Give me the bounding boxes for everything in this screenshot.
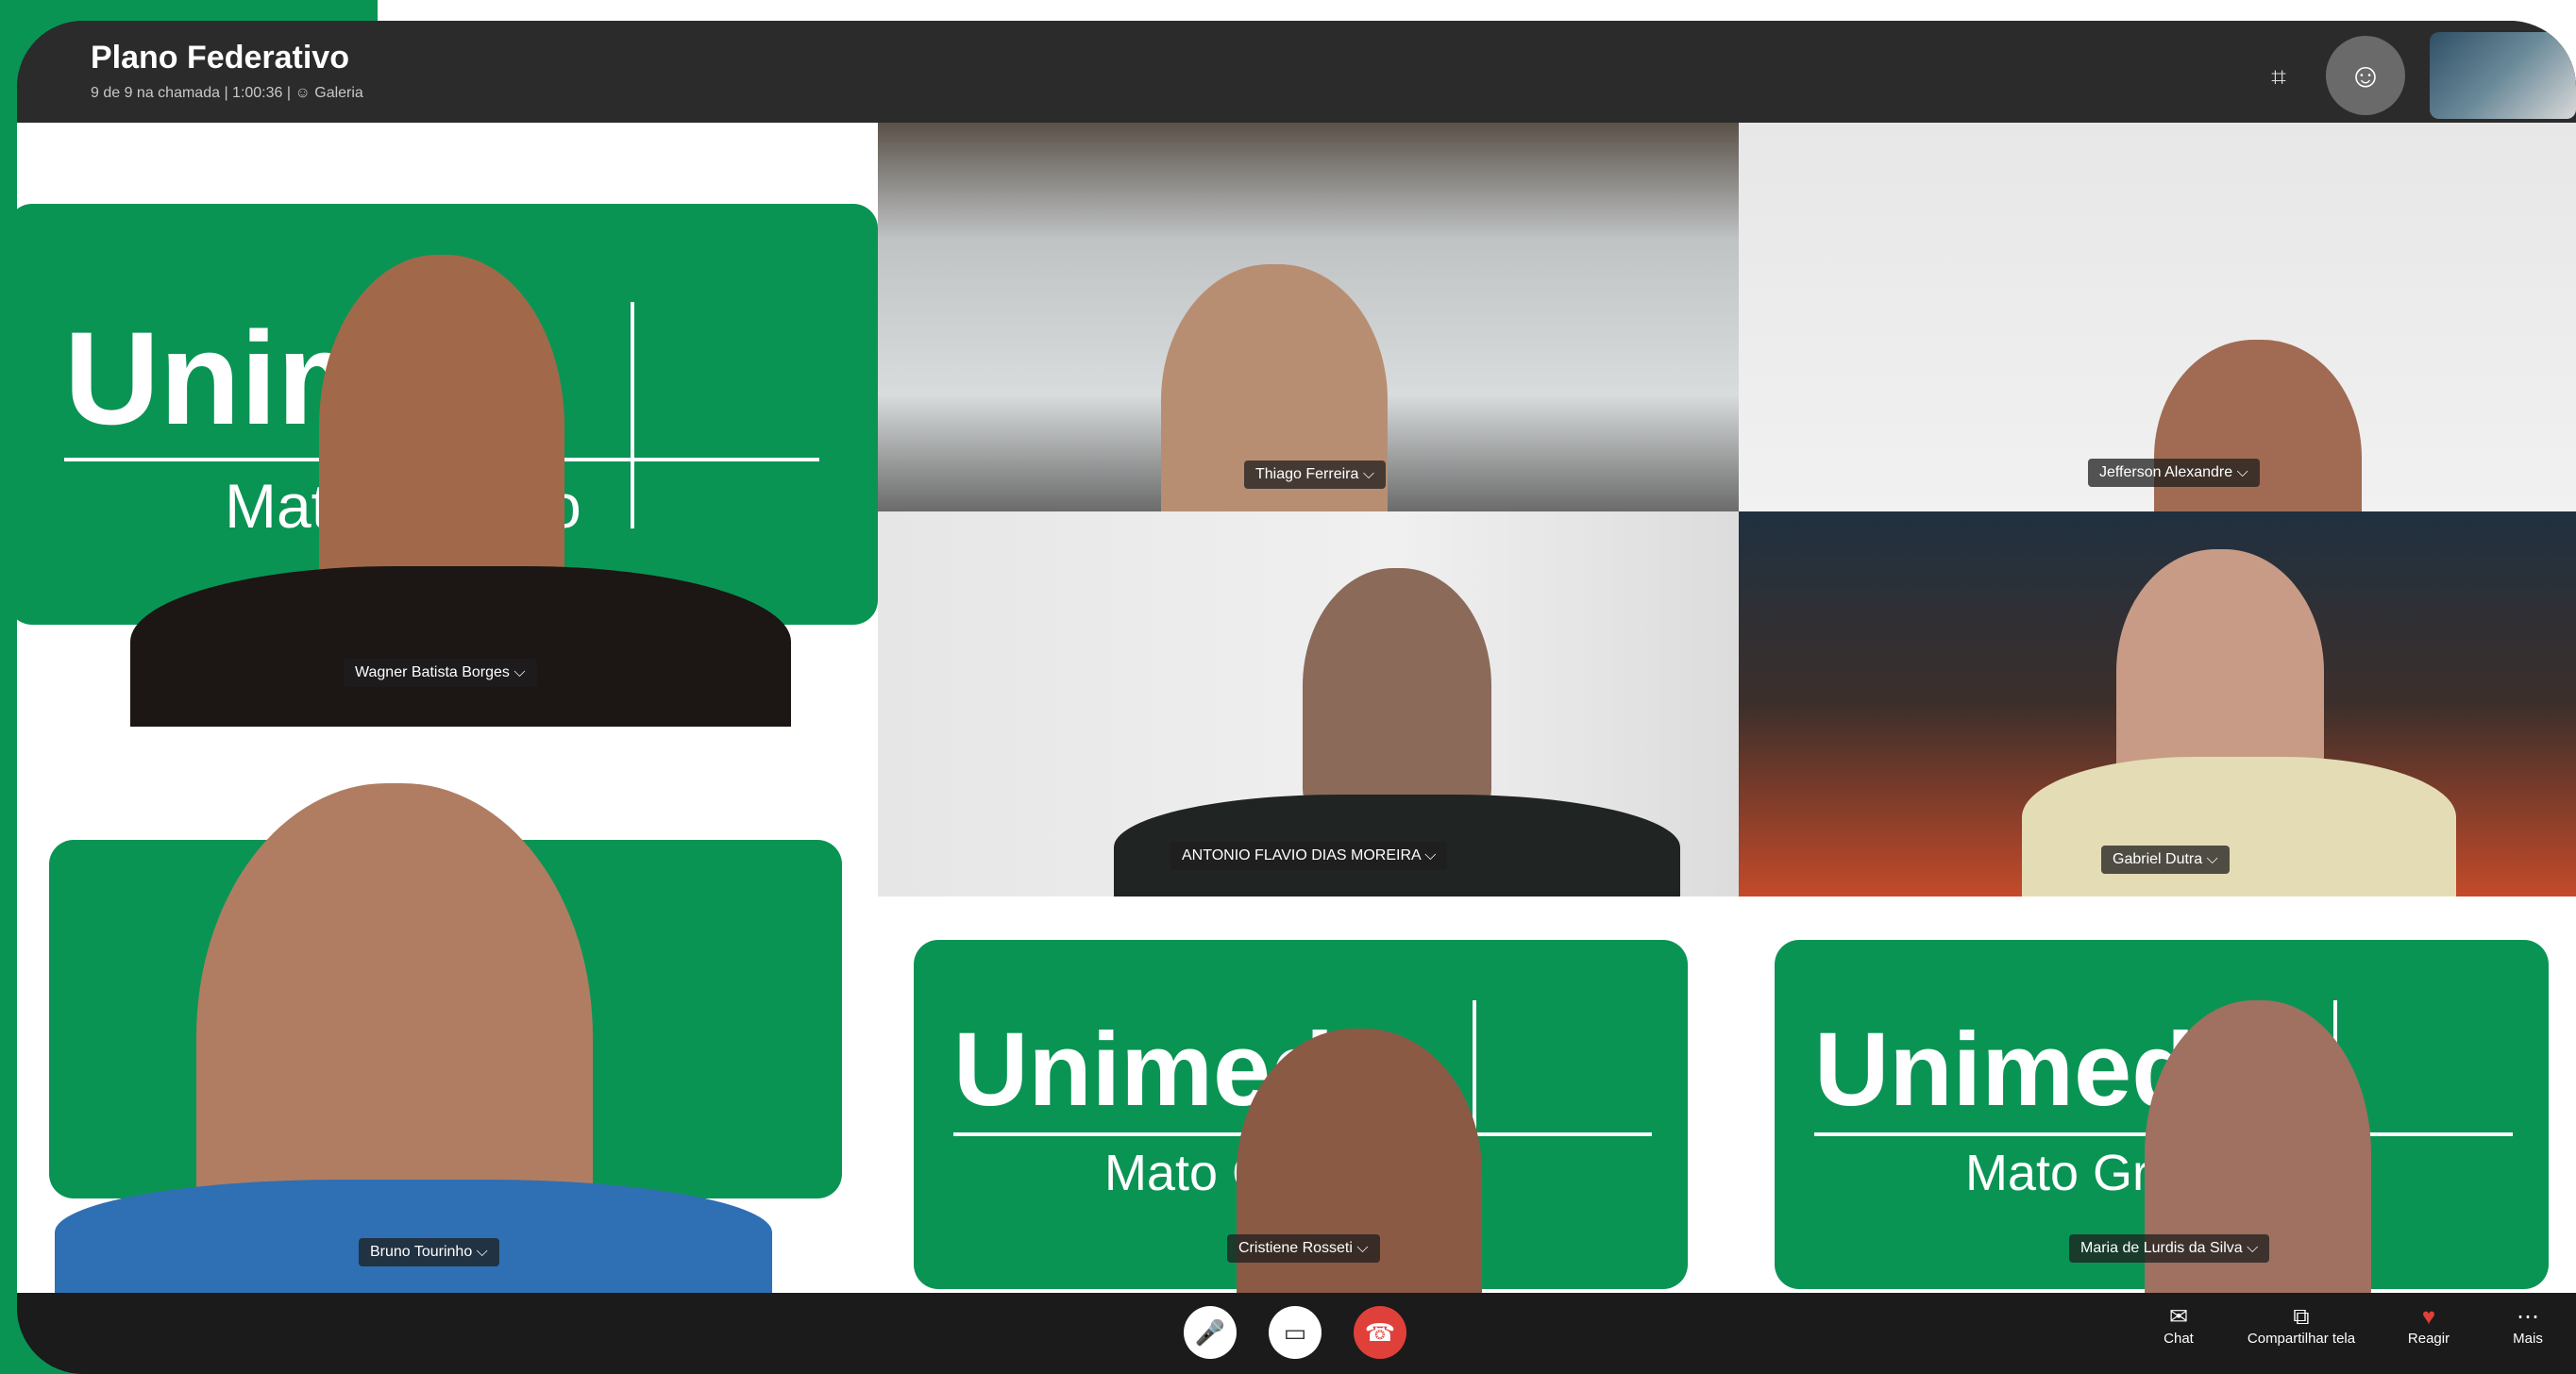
more-icon: ⋯ <box>2517 1304 2539 1330</box>
participant-name-tag: Bruno Tourinho ⌵ <box>359 1238 499 1266</box>
hangup-icon[interactable]: ☎ <box>1354 1306 1406 1359</box>
layout-icon[interactable]: ⌗ <box>2256 59 2301 96</box>
bottom-toolbar: 🎤 ▭ ☎ ✉ Chat ⧉ Compartilhar tela ♥ Reagi… <box>17 1293 2576 1374</box>
react-button[interactable]: ♥ Reagir <box>2386 1304 2471 1347</box>
meeting-title: Plano Federativo <box>91 40 349 75</box>
participant-tile-wagner[interactable]: Unimed Mato Grosso Wagner Batista Borges… <box>17 123 878 727</box>
participant-tile-cristiene[interactable]: Unimed Mato Grosso Cristiene Rosseti ⌵ <box>878 896 1739 1293</box>
participant-tile-gabriel[interactable]: Gabriel Dutra ⌵ <box>1739 511 2576 896</box>
share-screen-icon: ⧉ <box>2293 1304 2310 1330</box>
participant-name-tag: Cristiene Rosseti ⌵ <box>1227 1234 1380 1263</box>
participant-tile-antonio[interactable]: ANTONIO FLAVIO DIAS MOREIRA ⌵ <box>878 511 1739 896</box>
top-bar: Plano Federativo 9 de 9 na chamada | 1:0… <box>17 21 2576 123</box>
more-label: Mais <box>2513 1331 2543 1347</box>
participant-name-tag: ANTONIO FLAVIO DIAS MOREIRA ⌵ <box>1170 842 1448 870</box>
meeting-window: Plano Federativo 9 de 9 na chamada | 1:0… <box>17 21 2576 1374</box>
participant-tile-bruno[interactable]: Bruno Tourinho ⌵ <box>17 727 878 1293</box>
participant-name-tag: Maria de Lurdis da Silva ⌵ <box>2069 1234 2270 1263</box>
more-button[interactable]: ⋯ Mais <box>2490 1304 2566 1347</box>
participant-name-tag: Jefferson Alexandre ⌵ <box>2088 459 2260 487</box>
logo-brand-text: Unimed <box>1814 1012 2196 1128</box>
participant-name-tag: Wagner Batista Borges ⌵ <box>344 659 537 687</box>
participant-body <box>130 566 791 727</box>
participant-tile-thiago[interactable]: Thiago Ferreira ⌵ <box>878 123 1739 511</box>
share-screen-label: Compartilhar tela <box>2247 1331 2356 1347</box>
participant-video <box>319 255 564 613</box>
participant-tile-jefferson[interactable]: Jefferson Alexandre ⌵ <box>1739 123 2576 511</box>
participant-tile-maria[interactable]: Unimed Mato Grosso Maria de Lurdis da Si… <box>1739 896 2576 1293</box>
meeting-subtitle: 9 de 9 na chamada | 1:00:36 | ☺ Galeria <box>91 85 363 101</box>
heart-icon: ♥ <box>2421 1304 2436 1330</box>
chat-icon: ✉ <box>2168 1304 2189 1330</box>
mic-icon[interactable]: 🎤 <box>1184 1306 1237 1359</box>
chat-button[interactable]: ✉ Chat <box>2141 1304 2216 1347</box>
react-label: Reagir <box>2407 1331 2450 1347</box>
camera-icon[interactable]: ▭ <box>1269 1306 1322 1359</box>
participant-body <box>55 1180 772 1293</box>
participant-body <box>2022 757 2456 896</box>
participant-video <box>1303 568 1491 813</box>
participant-name-tag: Thiago Ferreira ⌵ <box>1244 461 1386 489</box>
participant-name-tag: Gabriel Dutra ⌵ <box>2101 846 2230 874</box>
chat-label: Chat <box>2164 1331 2194 1347</box>
share-screen-button[interactable]: ⧉ Compartilhar tela <box>2226 1304 2377 1347</box>
logo-divider <box>631 302 634 528</box>
add-people-icon[interactable]: ☺ <box>2326 36 2405 115</box>
self-video-thumbnail[interactable] <box>2430 32 2576 119</box>
